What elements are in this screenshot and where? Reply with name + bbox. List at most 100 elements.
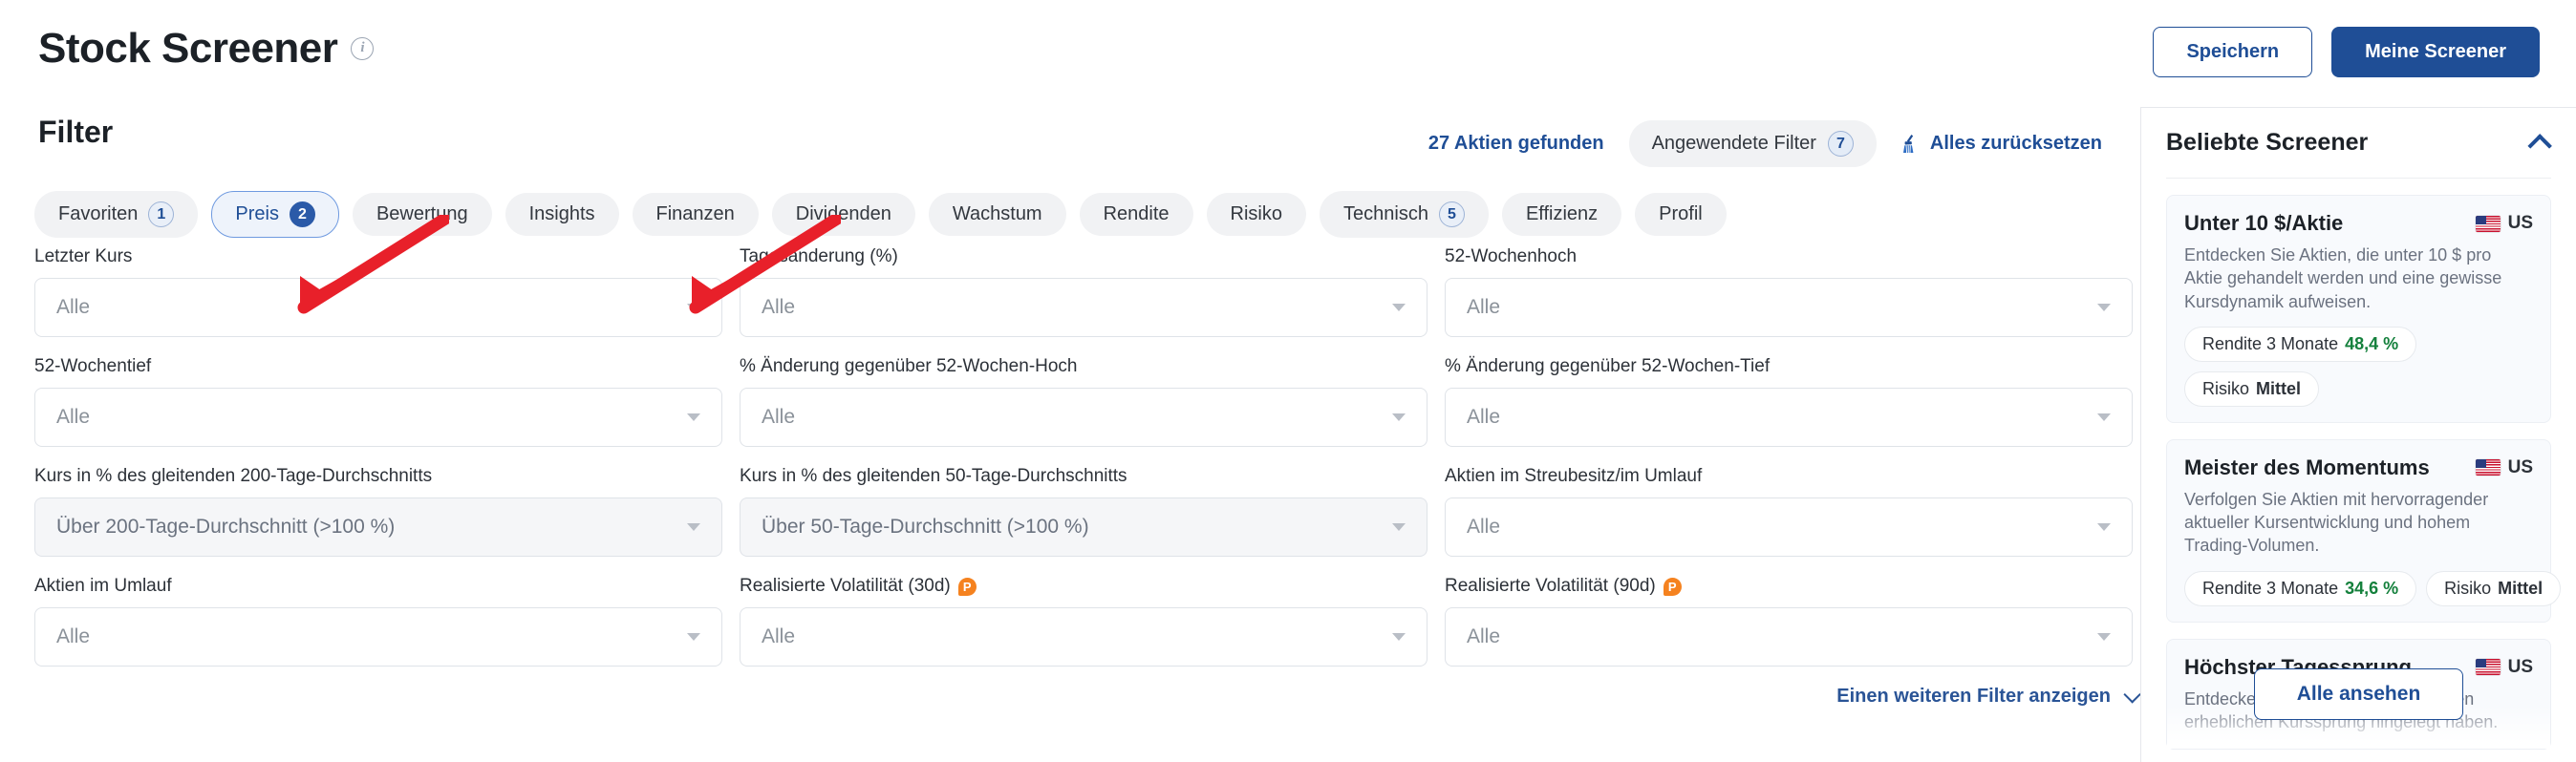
chip-value: Mittel [2498, 578, 2544, 598]
tab-finanzen[interactable]: Finanzen [632, 193, 759, 236]
filter-grid: Letzter Kurs Alle Tagesänderung (%) Alle 52-… [34, 246, 2136, 686]
filter-field-label: Realisierte Volatilität (90d) [1445, 576, 1656, 596]
tab-wachstum[interactable]: Wachstum [928, 193, 1066, 236]
page-title: Stock Screener [38, 25, 338, 72]
applied-filters-count: 7 [1827, 131, 1854, 157]
tab-insights[interactable]: Insights [504, 193, 619, 236]
applied-filters-button[interactable]: Angewendete Filter 7 [1628, 120, 1877, 167]
filter-select[interactable]: Alle [1445, 607, 2133, 667]
save-button[interactable]: Speichern [2153, 27, 2313, 77]
dropdown-caret-icon [1392, 413, 1406, 421]
filter-heading: Filter [38, 115, 114, 149]
filter-field-label-wrap: Aktien im Streubesitz/im Umlauf [1445, 466, 2133, 487]
filter-field: 52-Wochenhoch Alle [1445, 246, 2133, 337]
filter-select[interactable]: Alle [740, 278, 1428, 337]
app-header: Stock Screener i Speichern Meine Screene… [0, 0, 2576, 107]
chevron-down-icon [2123, 686, 2141, 704]
filter-header-actions: 27 Aktien gefunden Angewendete Filter 7 … [1428, 120, 2102, 167]
view-all-wrap: Alle ansehen [2141, 668, 2576, 720]
screener-region: US [2475, 213, 2533, 234]
filter-select-value: Alle [762, 406, 796, 428]
dropdown-caret-icon [2097, 633, 2111, 641]
pro-badge-icon: P [957, 577, 977, 596]
filter-select-value: Alle [762, 296, 796, 318]
screener-card-list: Unter 10 $/Aktie US Entdecken Sie Aktien, … [2166, 195, 2562, 751]
filter-field: Kurs in % des gleitenden 200-Tage-Durchs… [34, 466, 722, 557]
dropdown-caret-icon [2097, 523, 2111, 531]
filter-select[interactable]: Alle [34, 607, 722, 667]
tab-technisch[interactable]: Technisch 5 [1320, 191, 1489, 238]
filter-select-value: Alle [1467, 516, 1501, 538]
filter-field-label: Aktien im Streubesitz/im Umlauf [1445, 466, 1703, 486]
filter-select[interactable]: Alle [34, 388, 722, 447]
show-more-filters-button[interactable]: Einen weiteren Filter anzeigen [1836, 686, 2141, 708]
filter-select-value: Alle [1467, 406, 1501, 428]
results-count: 27 Aktien gefunden [1428, 133, 1604, 154]
screener-metric-chip: Risiko Mittel [2184, 370, 2320, 407]
filter-field: Aktien im Umlauf Alle [34, 576, 722, 667]
screener-metric-chip: Rendite 3 Monate 48,4 % [2184, 326, 2417, 362]
us-flag-icon [2475, 459, 2501, 476]
show-more-filters-label: Einen weiteren Filter anzeigen [1836, 686, 2111, 707]
filter-select[interactable]: Alle [1445, 497, 2133, 557]
filter-field: Realisierte Volatilität (90d) P Alle [1445, 576, 2133, 667]
filter-field-label-wrap: % Änderung gegenüber 52-Wochen-Tief [1445, 356, 2133, 377]
tab-bewertung[interactable]: Bewertung [352, 193, 492, 236]
filter-field-label: Tagesänderung (%) [740, 246, 898, 266]
screener-description: Entdecken Sie Aktien, die unter 10 $ pro… [2184, 245, 2502, 311]
filter-select[interactable]: Alle [740, 388, 1428, 447]
filter-select[interactable]: Alle [740, 607, 1428, 667]
filter-field-label-wrap: Aktien im Umlauf [34, 576, 722, 597]
dropdown-caret-icon [687, 304, 700, 311]
reset-all-button[interactable]: Alles zurücksetzen [1901, 133, 2102, 155]
filter-field-label-wrap: Tagesänderung (%) [740, 246, 1428, 267]
sidebar-title: Beliebte Screener [2166, 129, 2369, 156]
filter-field-label-wrap: Kurs in % des gleitenden 200-Tage-Durchs… [34, 466, 722, 487]
filter-select-value: Über 50-Tage-Durchschnitt (>100 %) [762, 516, 1089, 538]
filter-select-value: Alle [56, 406, 91, 428]
chevron-up-icon[interactable] [2527, 133, 2552, 159]
tab-effizienz[interactable]: Effizienz [1501, 193, 1622, 236]
info-icon[interactable]: i [351, 37, 375, 60]
screener-card[interactable]: Unter 10 $/Aktie US Entdecken Sie Aktien, … [2166, 195, 2551, 423]
filter-field-label-wrap: 52-Wochenhoch [1445, 246, 2133, 267]
tab-label: Wachstum [952, 203, 1042, 224]
screener-metric-chips: Rendite 3 Monate 34,6 % Risiko Mittel [2184, 570, 2562, 606]
tab-label: Profil [1659, 203, 1703, 224]
tab-favoriten[interactable]: Favoriten 1 [34, 191, 199, 238]
filter-select-value: Alle [1467, 625, 1501, 647]
filter-select[interactable]: Über 200-Tage-Durchschnitt (>100 %) [34, 497, 722, 557]
tab-label: Dividenden [795, 203, 891, 224]
filter-select[interactable]: Über 50-Tage-Durchschnitt (>100 %) [740, 497, 1428, 557]
view-all-button[interactable]: Alle ansehen [2253, 668, 2464, 720]
dropdown-caret-icon [1392, 523, 1406, 531]
tab-rendite[interactable]: Rendite [1079, 193, 1193, 236]
header-actions: Speichern Meine Screener [2153, 27, 2540, 77]
filter-field-label: 52-Wochentief [34, 356, 152, 376]
filter-field: Aktien im Streubesitz/im Umlauf Alle [1445, 466, 2133, 557]
filter-field-label: Aktien im Umlauf [34, 576, 172, 596]
tab-risiko[interactable]: Risiko [1206, 193, 1306, 236]
screener-card[interactable]: Meister des Momentums US Verfolgen Sie Akt… [2166, 438, 2562, 623]
filter-select-value: Alle [56, 625, 91, 647]
dropdown-caret-icon [2097, 413, 2111, 421]
filter-select[interactable]: Alle [1445, 388, 2133, 447]
tab-dividenden[interactable]: Dividenden [771, 193, 915, 236]
my-screeners-button[interactable]: Meine Screener [2331, 27, 2540, 77]
filter-select[interactable]: Alle [34, 278, 722, 337]
dropdown-caret-icon [1392, 633, 1406, 641]
filter-category-tabs: Favoriten 1 Preis 2 Bewertung Insights Finanze… [34, 191, 1727, 238]
tab-preis[interactable]: Preis 2 [211, 191, 339, 238]
chip-label: Risiko [2444, 578, 2492, 598]
filter-select[interactable]: Alle [1445, 278, 2133, 337]
filter-field: Tagesänderung (%) Alle [740, 246, 1428, 337]
screener-card-header: Meister des Momentums US [2184, 455, 2533, 480]
screener-name: Unter 10 $/Aktie [2184, 211, 2344, 235]
screener-card-header: Unter 10 $/Aktie US [2184, 211, 2533, 236]
dropdown-caret-icon [687, 413, 700, 421]
tab-label: Preis [235, 203, 279, 224]
filter-field-label: Kurs in % des gleitenden 50-Tage-Durchsc… [740, 466, 1127, 486]
pro-badge-icon: P [1663, 577, 1682, 596]
tab-profil[interactable]: Profil [1635, 193, 1727, 236]
filter-select-value: Alle [56, 296, 91, 318]
